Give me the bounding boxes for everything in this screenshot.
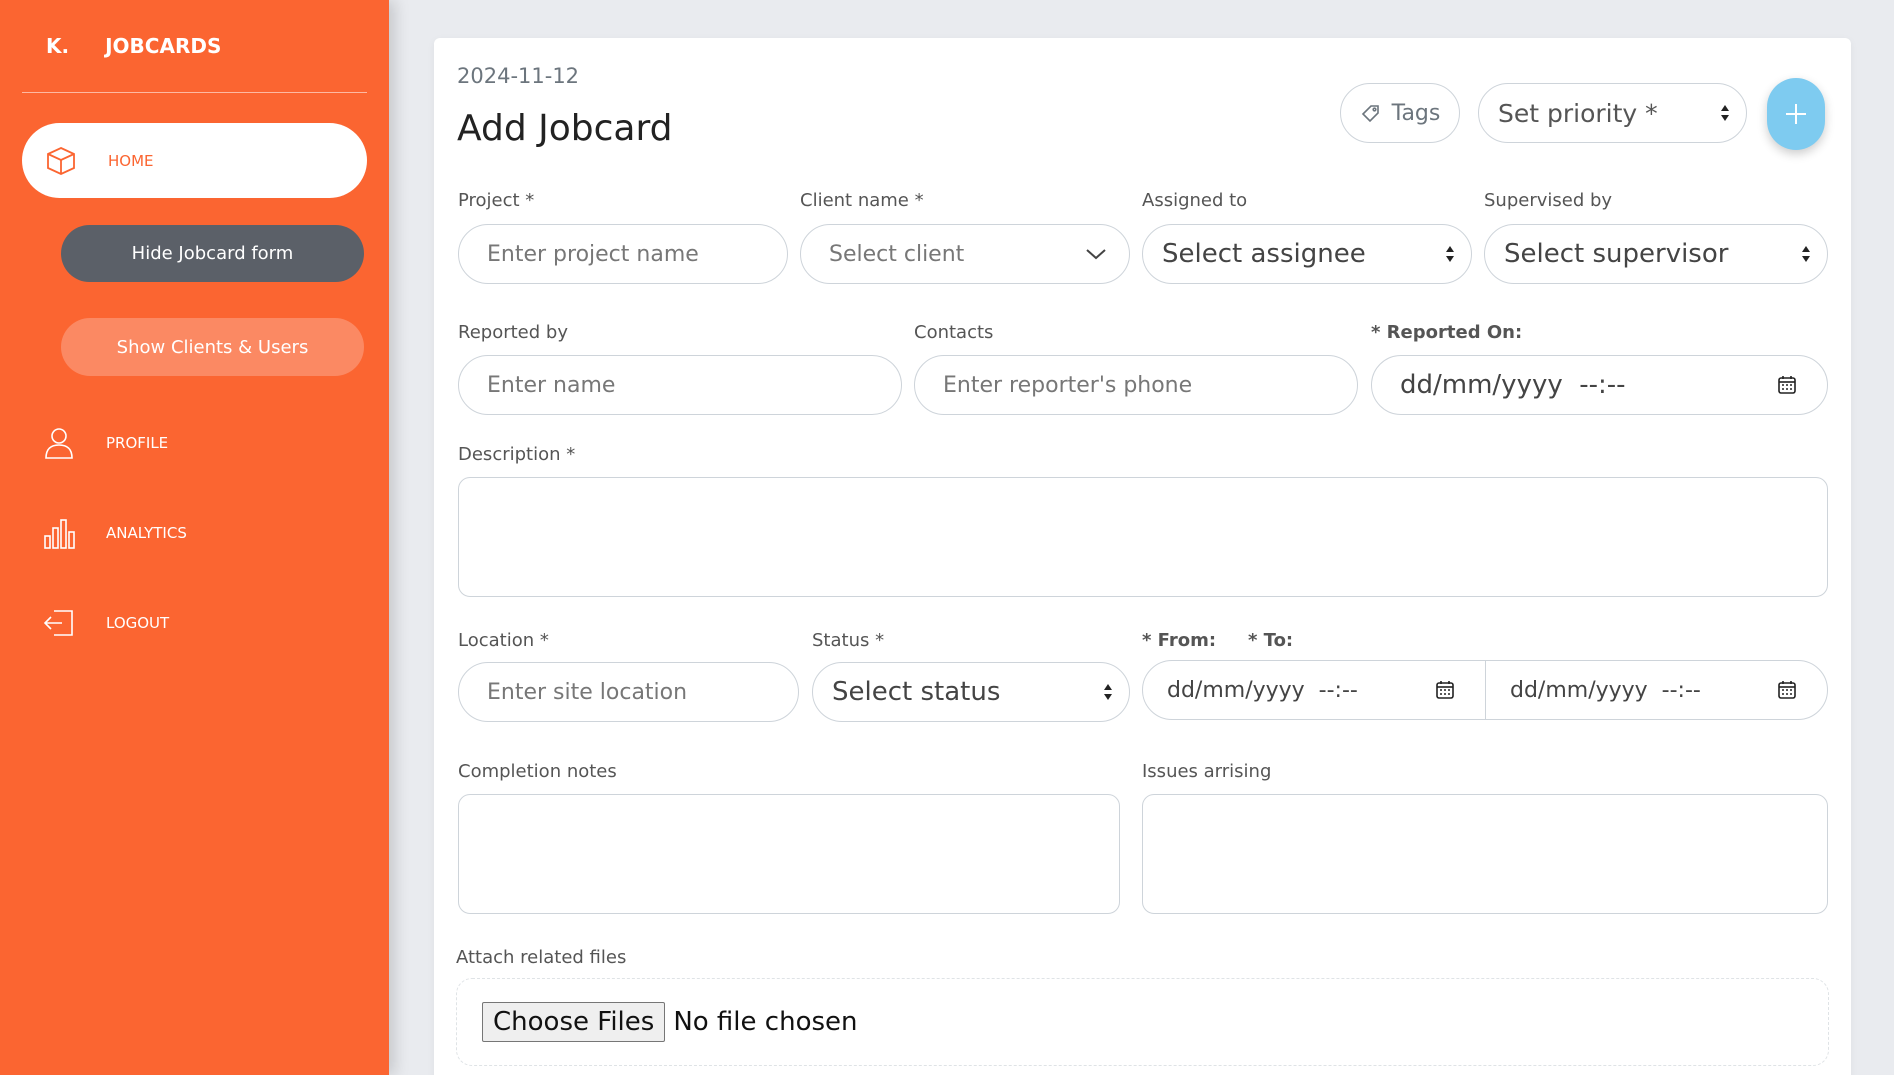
sidebar-item-label: ANALYTICS bbox=[106, 524, 187, 542]
brand-divider bbox=[22, 92, 367, 93]
reported-on-value: dd/mm/yyyy --:-- bbox=[1400, 370, 1626, 400]
project-label: Project * bbox=[458, 190, 535, 211]
supervised-label: Supervised by bbox=[1484, 190, 1613, 211]
client-label: Client name * bbox=[800, 190, 924, 211]
assigned-label: Assigned to bbox=[1142, 190, 1248, 211]
completion-notes-label: Completion notes bbox=[458, 761, 617, 782]
contacts-label: Contacts bbox=[914, 322, 994, 343]
reported-by-placeholder: Enter name bbox=[487, 372, 616, 398]
status-label: Status * bbox=[812, 630, 885, 651]
sidebar-item-logout[interactable]: LOGOUT bbox=[42, 606, 169, 640]
completion-notes-textarea[interactable] bbox=[458, 794, 1120, 914]
jobcard-form-card: 2024-11-12 Add Jobcard Tags Set priority… bbox=[434, 38, 1851, 1075]
calendar-icon[interactable] bbox=[1435, 680, 1455, 700]
calendar-icon[interactable] bbox=[1777, 680, 1797, 700]
sidebar-item-label: LOGOUT bbox=[106, 614, 170, 632]
plus-icon bbox=[1786, 104, 1806, 124]
choose-files-button[interactable]: Choose Files bbox=[482, 1002, 666, 1042]
bar-chart-icon bbox=[44, 519, 75, 549]
file-dropzone[interactable]: Choose Files No file chosen bbox=[456, 978, 1829, 1066]
sidebar-item-label: HOME bbox=[108, 151, 154, 170]
from-datetime[interactable]: dd/mm/yyyy --:-- bbox=[1142, 660, 1486, 720]
assignee-value: Select assignee bbox=[1162, 239, 1366, 269]
to-value: dd/mm/yyyy --:-- bbox=[1510, 677, 1701, 703]
reported-on-label: * Reported On: bbox=[1371, 322, 1523, 343]
tag-icon bbox=[1361, 105, 1379, 123]
sidebar-item-label: PROFILE bbox=[106, 434, 169, 452]
issues-textarea[interactable] bbox=[1142, 794, 1828, 914]
from-label: * From: bbox=[1142, 630, 1217, 651]
sort-arrows-icon bbox=[1446, 246, 1454, 262]
brand: K. JOBCARDS bbox=[46, 34, 221, 58]
supervisor-value: Select supervisor bbox=[1504, 239, 1729, 269]
reported-by-label: Reported by bbox=[458, 322, 568, 343]
project-placeholder: Enter project name bbox=[487, 241, 699, 267]
status-value: Select status bbox=[832, 677, 1001, 707]
tags-label: Tags bbox=[1391, 100, 1441, 126]
reported-by-input[interactable]: Enter name bbox=[458, 355, 902, 415]
attach-files-label: Attach related files bbox=[456, 947, 627, 968]
description-label: Description * bbox=[458, 444, 576, 465]
project-input[interactable]: Enter project name bbox=[458, 224, 788, 284]
tags-button[interactable]: Tags bbox=[1340, 83, 1460, 143]
location-placeholder: Enter site location bbox=[487, 679, 688, 705]
sort-arrows-icon bbox=[1104, 684, 1112, 700]
brand-name: JOBCARDS bbox=[105, 34, 222, 58]
location-input[interactable]: Enter site location bbox=[458, 662, 799, 722]
priority-value: Set priority * bbox=[1498, 98, 1658, 128]
priority-select[interactable]: Set priority * bbox=[1478, 83, 1747, 143]
sidebar: K. JOBCARDS HOME Hide Jobcard form Show … bbox=[0, 0, 389, 1075]
issues-label: Issues arrising bbox=[1142, 761, 1272, 782]
status-select[interactable]: Select status bbox=[812, 662, 1130, 722]
sort-arrows-icon bbox=[1721, 105, 1729, 121]
brand-initial: K. bbox=[46, 34, 70, 58]
hide-jobcard-form-button[interactable]: Hide Jobcard form bbox=[61, 225, 364, 282]
to-label: * To: bbox=[1248, 630, 1294, 651]
no-file-text: No file chosen bbox=[673, 1007, 858, 1037]
sort-arrows-icon bbox=[1802, 246, 1810, 262]
show-clients-users-button[interactable]: Show Clients & Users bbox=[61, 318, 364, 376]
form-date: 2024-11-12 bbox=[457, 64, 580, 88]
logout-icon bbox=[43, 610, 73, 636]
client-select[interactable]: Select client bbox=[800, 224, 1130, 284]
client-placeholder: Select client bbox=[829, 241, 965, 267]
add-button[interactable] bbox=[1767, 78, 1825, 150]
calendar-icon[interactable] bbox=[1777, 375, 1797, 395]
sidebar-item-profile[interactable]: PROFILE bbox=[42, 426, 168, 460]
description-textarea[interactable] bbox=[458, 477, 1828, 597]
contacts-placeholder: Enter reporter's phone bbox=[943, 372, 1193, 398]
page-title: Add Jobcard bbox=[457, 108, 673, 149]
user-icon bbox=[45, 428, 73, 459]
location-label: Location * bbox=[458, 630, 549, 651]
chevron-down-icon bbox=[1086, 249, 1106, 260]
reported-on-datetime[interactable]: dd/mm/yyyy --:-- bbox=[1371, 355, 1828, 415]
sidebar-item-home[interactable]: HOME bbox=[22, 123, 367, 198]
sidebar-item-analytics[interactable]: ANALYTICS bbox=[42, 516, 187, 550]
contacts-input[interactable]: Enter reporter's phone bbox=[914, 355, 1358, 415]
assignee-select[interactable]: Select assignee bbox=[1142, 224, 1472, 284]
supervisor-select[interactable]: Select supervisor bbox=[1484, 224, 1828, 284]
to-datetime[interactable]: dd/mm/yyyy --:-- bbox=[1485, 660, 1828, 720]
box-icon bbox=[47, 146, 75, 175]
from-value: dd/mm/yyyy --:-- bbox=[1167, 677, 1358, 703]
